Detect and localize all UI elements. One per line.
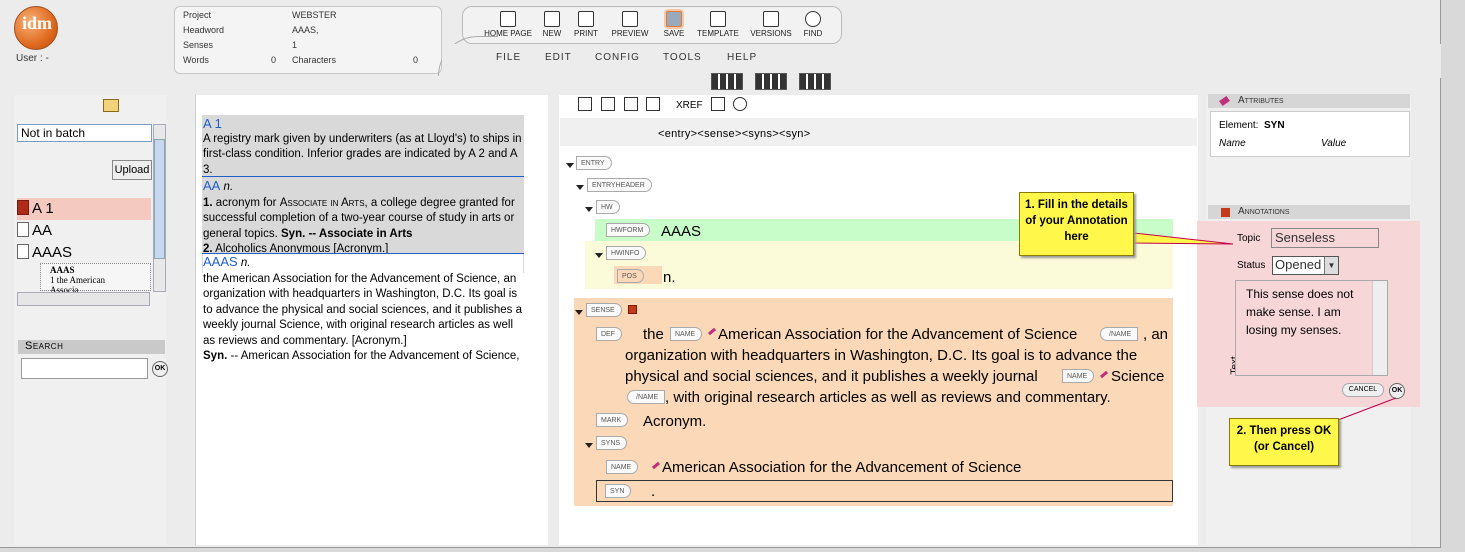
callout-one-pointer <box>1133 232 1234 245</box>
callout-one: 1. Fill in the details of your Annotatio… <box>1019 192 1134 256</box>
callout-pointers <box>1133 232 1397 426</box>
callout-two: 2. Then press OK (or Cancel) <box>1229 418 1339 466</box>
